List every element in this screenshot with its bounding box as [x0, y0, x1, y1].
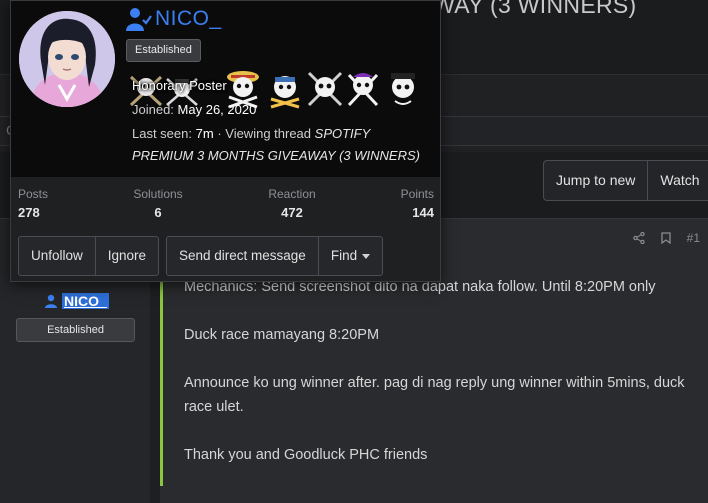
bookmark-icon[interactable]	[660, 232, 671, 244]
last-seen-line: Last seen: 7m · Viewing thread SPOTIFY	[132, 126, 370, 141]
activity-prefix: · Viewing thread	[217, 126, 312, 141]
user-icon	[126, 8, 152, 31]
send-direct-message-button[interactable]: Send direct message	[167, 237, 318, 275]
watch-button[interactable]: Watch	[647, 161, 708, 200]
post-author-badge: Established	[16, 318, 135, 342]
activity-thread-link[interactable]: SPOTIFY	[315, 126, 371, 141]
member-title: Honorary Poster	[132, 78, 227, 93]
jump-to-new-button[interactable]: Jump to new	[544, 161, 647, 200]
ignore-button[interactable]: Ignore	[94, 237, 158, 275]
member-banner: NICO_ Established Honorary Poster Joined…	[11, 1, 440, 177]
post-paragraph: Thank you and Goodluck PHC friends	[184, 447, 428, 463]
stat-label: Reaction	[268, 187, 316, 201]
stat-posts: Posts 278	[18, 187, 48, 220]
activity-thread-link[interactable]: PREMIUM 3 MONTHS GIVEAWAY (3 WINNERS)	[132, 148, 420, 163]
unfollow-button[interactable]: Unfollow	[19, 237, 95, 275]
stat-label: Posts	[18, 187, 49, 201]
thread-actions: Jump to new Watch	[543, 160, 708, 201]
post-author: NICO_	[44, 293, 109, 309]
post-header-icons: #1	[632, 231, 700, 245]
member-badge: Established	[126, 39, 201, 62]
member-username[interactable]: NICO_	[155, 7, 222, 31]
avatar-image	[19, 11, 115, 107]
stat-solutions: Solutions 6	[132, 187, 184, 220]
post-content: Mechanics: Send screenshot dito na dapat…	[184, 275, 694, 491]
last-seen-time: 7m	[195, 126, 214, 141]
joined-label: Joined:	[132, 102, 174, 117]
member-name: NICO_	[126, 7, 222, 31]
avatar[interactable]	[19, 11, 115, 107]
stat-value: 6	[154, 205, 162, 220]
last-seen-label: Last seen:	[132, 126, 192, 141]
find-label: Find	[330, 248, 358, 263]
joined-line: Joined: May 26, 2020	[132, 102, 256, 117]
stat-reaction: Reaction 472	[266, 187, 318, 220]
post-number[interactable]: #1	[687, 231, 700, 245]
post-paragraph: Duck race mamayang 8:20PM	[184, 327, 380, 343]
post-paragraph: Announce ko ung winner after. pag di nag…	[184, 375, 685, 415]
find-menu-button[interactable]: Find	[317, 237, 382, 275]
chevron-down-icon	[362, 253, 371, 259]
joined-date: May 26, 2020	[177, 102, 257, 117]
stat-value: 472	[281, 205, 303, 220]
stat-value[interactable]: 144	[394, 205, 434, 220]
stat-label: Points	[400, 187, 434, 201]
user-icon	[45, 294, 57, 308]
message-button-group: Send direct message Find	[166, 236, 384, 276]
stat-points: Points 144	[394, 187, 434, 220]
stat-label: Solutions	[133, 187, 183, 201]
member-tooltip: NICO_ Established Honorary Poster Joined…	[10, 0, 441, 282]
activity-thread-line: PREMIUM 3 MONTHS GIVEAWAY (3 WINNERS)	[132, 148, 420, 163]
post-author-name[interactable]: NICO_	[62, 293, 109, 309]
follow-button-group: Unfollow Ignore	[18, 236, 160, 276]
member-stats: Posts 278 Solutions 6 Reaction 472 Point…	[11, 177, 440, 227]
stat-value[interactable]: 278	[18, 205, 48, 220]
share-icon[interactable]	[632, 232, 645, 244]
